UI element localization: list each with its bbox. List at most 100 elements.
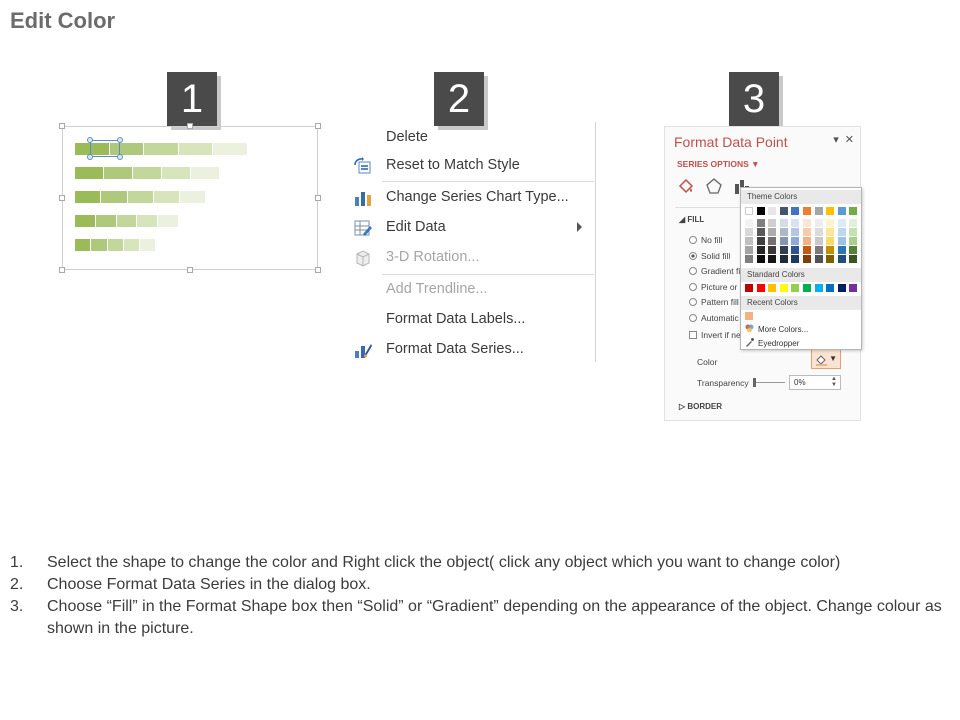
theme-shade-swatch[interactable] [837,255,846,263]
menu-item-format-data-series[interactable]: Format Data Series... [346,337,594,363]
standard-color-swatch[interactable] [756,284,765,292]
fill-color-button[interactable]: ▼ [811,349,841,369]
theme-shade-swatch[interactable] [849,246,858,254]
bar-segment[interactable] [127,191,154,203]
bar-segment[interactable] [133,167,163,179]
theme-shade-swatch[interactable] [849,237,858,245]
selection-handle[interactable] [87,137,93,143]
bar-segment[interactable] [101,191,128,203]
theme-shade-swatch[interactable] [791,255,800,263]
menu-item-delete[interactable]: Delete [346,125,594,151]
bar-segment[interactable] [180,191,207,203]
theme-shade-swatch[interactable] [826,255,835,263]
theme-shade-swatch[interactable] [791,219,800,227]
menu-item-format-data-labels[interactable]: Format Data Labels... [346,307,594,333]
theme-color-swatch[interactable] [837,207,846,215]
transparency-slider-track[interactable] [755,382,785,383]
theme-shade-swatch[interactable] [814,219,823,227]
bar-row[interactable] [75,239,157,251]
invert-if-negative-checkbox[interactable] [689,331,697,339]
standard-color-swatch[interactable] [826,284,835,292]
theme-shade-swatch[interactable] [756,237,765,245]
chart-resize-handle[interactable] [315,123,321,129]
chart-resize-handle[interactable] [187,123,193,129]
theme-shade-swatch[interactable] [745,228,753,236]
standard-color-swatch[interactable] [803,284,811,292]
spinner-icon[interactable]: ▲ ▼ [831,376,837,388]
bar-segment[interactable] [213,143,248,155]
pattern-fill-radio[interactable] [689,298,697,306]
theme-shade-swatch[interactable] [768,255,777,263]
bar-segment[interactable] [137,215,158,227]
theme-shade-swatch[interactable] [756,219,765,227]
theme-shade-swatch[interactable] [826,219,835,227]
picture-fill-radio[interactable] [689,283,697,291]
theme-shade-swatch[interactable] [768,228,777,236]
standard-color-swatch[interactable] [745,284,753,292]
automatic-radio[interactable] [689,314,697,322]
theme-color-swatch[interactable] [779,207,788,215]
pane-options-chevron-icon[interactable]: ▾ [833,134,839,146]
standard-color-swatch[interactable] [791,284,800,292]
standard-color-swatch[interactable] [814,284,823,292]
bar-segment[interactable] [75,239,92,251]
bar-segment[interactable] [95,215,117,227]
chart-resize-handle[interactable] [59,123,65,129]
automatic-option[interactable]: Automatic [689,313,739,323]
bar-row[interactable] [75,191,207,203]
theme-shade-swatch[interactable] [745,237,753,245]
effects-icon[interactable] [705,177,723,200]
theme-shade-swatch[interactable] [826,246,835,254]
standard-color-swatch[interactable] [849,284,858,292]
menu-item-3d-rotation[interactable]: 3-D Rotation... [346,245,594,271]
theme-shade-swatch[interactable] [756,228,765,236]
theme-color-swatch[interactable] [826,207,835,215]
fill-line-icon[interactable] [677,177,695,200]
theme-shade-swatch[interactable] [803,246,811,254]
bar-segment[interactable] [158,215,179,227]
menu-item-reset-style[interactable]: Reset to Match Style [346,153,594,179]
selection-handle[interactable] [117,137,123,143]
theme-shade-swatch[interactable] [768,237,777,245]
theme-color-swatch[interactable] [756,207,765,215]
theme-shade-swatch[interactable] [791,228,800,236]
pattern-fill-option[interactable]: Pattern fill [689,297,739,307]
gradient-fill-radio[interactable] [689,267,697,275]
eyedropper-link[interactable]: Eyedropper [745,338,799,348]
bar-row[interactable] [75,167,221,179]
theme-shade-swatch[interactable] [768,219,777,227]
more-colors-link[interactable]: More Colors... [745,324,808,334]
theme-shade-swatch[interactable] [779,255,788,263]
chart-resize-handle[interactable] [315,267,321,273]
theme-shade-swatch[interactable] [826,237,835,245]
theme-shade-swatch[interactable] [745,255,753,263]
no-fill-radio[interactable] [689,236,697,244]
theme-shade-swatch[interactable] [803,255,811,263]
menu-item-change-chart-type[interactable]: Change Series Chart Type... [346,185,594,211]
theme-shade-swatch[interactable] [814,237,823,245]
theme-color-swatch[interactable] [768,207,777,215]
bar-segment[interactable] [75,167,105,179]
bar-segment[interactable] [178,143,214,155]
selection-handle[interactable] [87,154,93,160]
bar-segment[interactable] [107,239,124,251]
bar-segment[interactable] [91,239,108,251]
solid-fill-radio[interactable] [689,252,697,260]
transparency-input[interactable]: 0% ▲ ▼ [789,375,841,390]
theme-shade-swatch[interactable] [745,219,753,227]
theme-color-swatch[interactable] [803,207,811,215]
theme-color-swatch[interactable] [814,207,823,215]
theme-shade-swatch[interactable] [779,237,788,245]
fill-section-header[interactable]: ◢ FILL [679,215,704,224]
chart-resize-handle[interactable] [187,267,193,273]
theme-shade-swatch[interactable] [803,237,811,245]
theme-shade-swatch[interactable] [779,228,788,236]
bar-segment[interactable] [75,215,96,227]
series-options-dropdown[interactable]: SERIES OPTIONS ▼ [677,159,760,169]
theme-shade-swatch[interactable] [837,219,846,227]
theme-shade-swatch[interactable] [826,228,835,236]
theme-shade-swatch[interactable] [849,228,858,236]
theme-shade-swatch[interactable] [814,255,823,263]
theme-shade-swatch[interactable] [849,255,858,263]
theme-shade-swatch[interactable] [837,237,846,245]
